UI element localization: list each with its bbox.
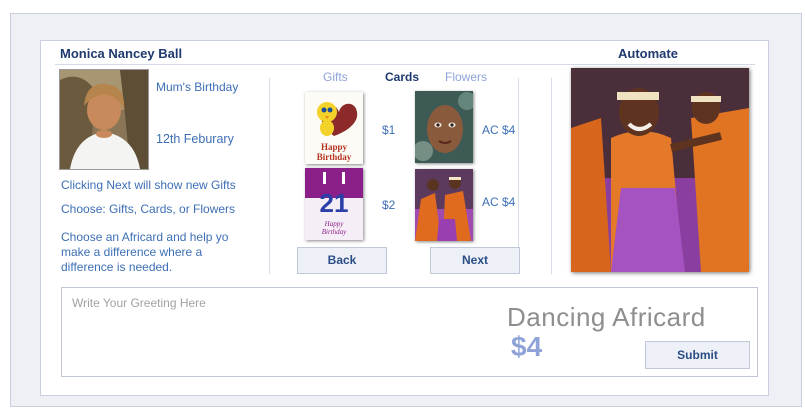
info-choose-category: Choose: Gifts, Cards, or Flowers bbox=[61, 202, 236, 216]
card-child-portrait[interactable] bbox=[415, 91, 473, 163]
submit-button[interactable]: Submit bbox=[645, 341, 750, 369]
card-tweety-birthday[interactable]: Happy Birthday bbox=[305, 92, 363, 164]
divider-left bbox=[269, 78, 270, 274]
svg-text:Birthday: Birthday bbox=[322, 228, 347, 236]
price-card-1: $1 bbox=[382, 123, 396, 137]
tab-flowers[interactable]: Flowers bbox=[445, 70, 487, 84]
next-button[interactable]: Next bbox=[430, 247, 520, 274]
tab-gifts[interactable]: Gifts bbox=[323, 70, 348, 84]
svg-text:Happy: Happy bbox=[321, 142, 348, 152]
info-next-gifts: Clicking Next will show new Gifts bbox=[61, 178, 236, 192]
selected-card-amount: $4 bbox=[511, 331, 543, 362]
featured-card-photo bbox=[571, 68, 749, 272]
svg-text:21: 21 bbox=[320, 188, 349, 218]
divider-right bbox=[551, 78, 552, 274]
price-card-2: $2 bbox=[382, 198, 396, 212]
automate-label[interactable]: Automate bbox=[618, 46, 678, 61]
user-name: Monica Nancey Ball bbox=[60, 46, 183, 61]
selected-card-name: Dancing Africard bbox=[507, 302, 706, 332]
event-title: Mum's Birthday bbox=[156, 80, 239, 94]
tab-cards[interactable]: Cards bbox=[385, 70, 419, 84]
card-dancers[interactable] bbox=[415, 169, 473, 241]
svg-text:Birthday: Birthday bbox=[317, 152, 352, 162]
price-card-4: AC $4 bbox=[482, 195, 516, 209]
header-divider bbox=[55, 64, 755, 65]
price-card-3: AC $4 bbox=[482, 123, 516, 137]
divider-mid bbox=[518, 78, 519, 274]
info-africard: Choose an Africard and help yo make a di… bbox=[61, 230, 229, 274]
card-21-birthday[interactable]: 21 Happy Birthday bbox=[305, 168, 363, 240]
back-button[interactable]: Back bbox=[297, 247, 387, 274]
svg-text:Happy: Happy bbox=[324, 220, 345, 228]
event-date: 12th Feburary bbox=[156, 132, 234, 146]
greeting-input[interactable] bbox=[70, 294, 494, 368]
profile-photo bbox=[59, 69, 149, 170]
